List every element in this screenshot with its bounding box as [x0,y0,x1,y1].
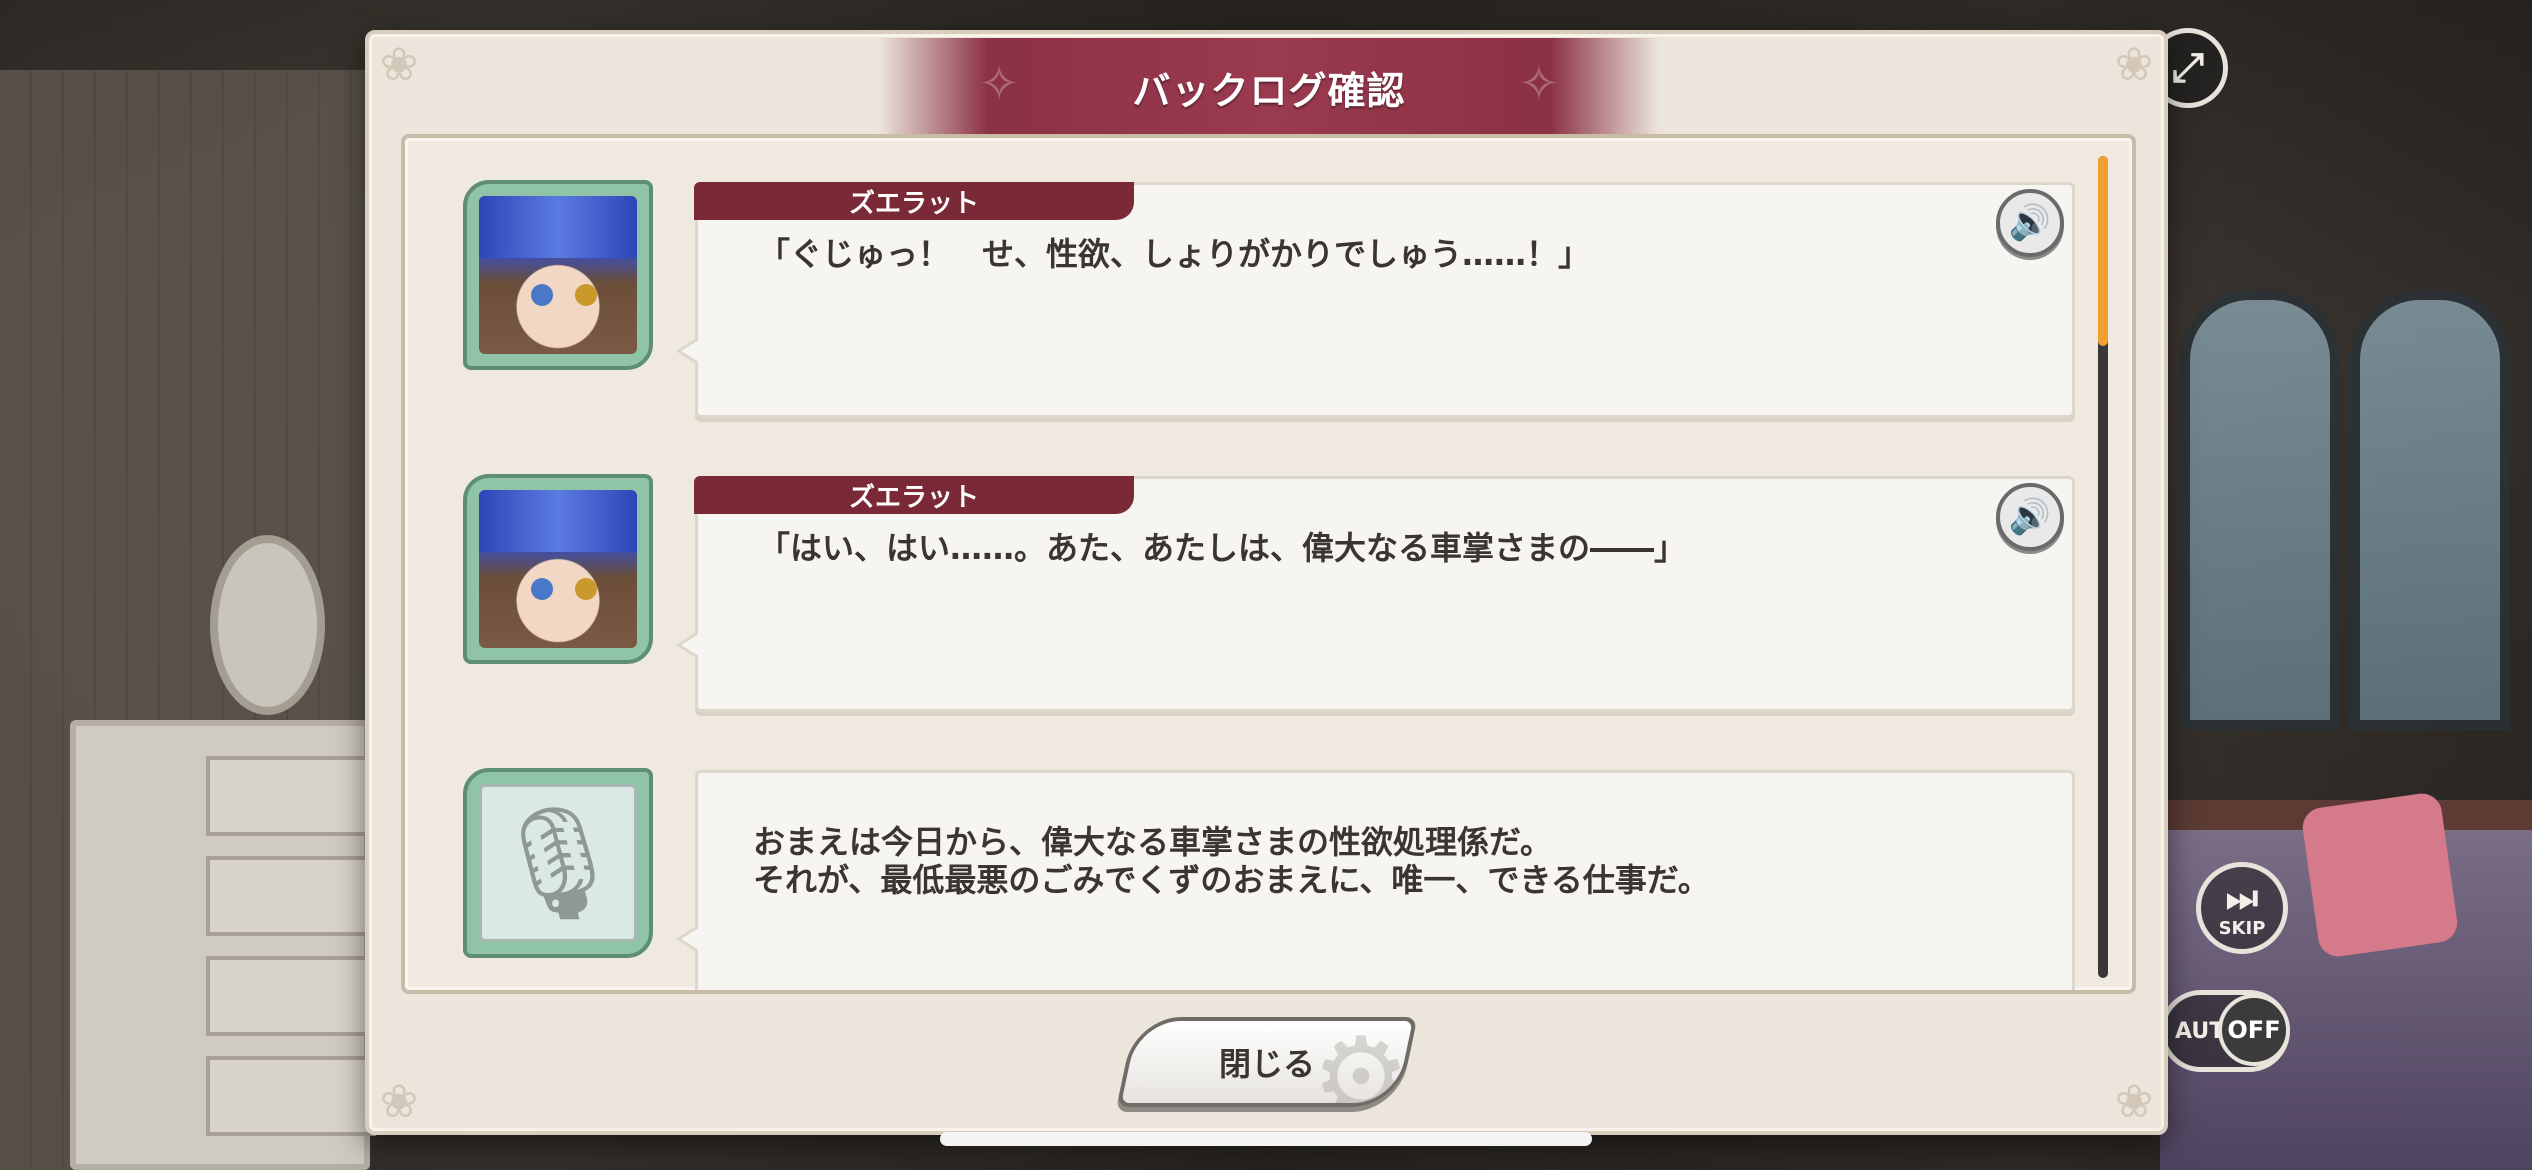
speaker-name: ズエラット [694,182,1134,220]
auto-toggle[interactable]: OFF [2218,994,2290,1066]
background-dresser [70,720,376,1170]
speaker-icon: 🔊 [2008,497,2052,537]
microphone-icon: 🎙 [479,784,637,942]
background-mirror [210,535,325,715]
dialog-title-bar: ✧ ✧ バックログ確認 [879,38,1659,136]
narration-portrait: 🎙 [463,768,653,958]
narration-text: おまえは今日から、偉大なる車掌さまの性欲処理係だ。 それが、最低最悪のごみでくず… [753,823,1710,899]
portrait-eyepatch [575,284,597,306]
dresser-drawer [206,756,376,836]
backlog-entry: 🎙 おまえは今日から、偉大なる車掌さまの性欲処理係だ。 それが、最低最悪のごみで… [405,740,2085,990]
corner-ornament-icon: ❀ [2114,37,2154,91]
speaker-portrait [463,180,653,370]
corner-ornament-icon: ❀ [379,1074,419,1128]
dialogue-bubble: ズエラット 「はい、はい……。あた、あたしは、偉大なる車掌さまの――」 🔊 [676,476,2075,712]
close-button[interactable]: ⚙ 閉じる [1116,1017,1418,1107]
dresser-drawer [206,1056,376,1136]
scrollbar[interactable] [2098,156,2108,978]
character-portrait [479,196,637,354]
skip-label: SKIP [2218,918,2266,939]
background-pillow [2300,790,2460,960]
speaker-name: ズエラット [694,476,1134,514]
skip-icon: ⏭ [2225,878,2259,919]
dialog-title: バックログ確認 [1132,68,1406,113]
ornament-icon: ✧ [1518,56,1559,112]
speaker-portrait [463,474,653,664]
background-window [2350,290,2510,730]
dresser-drawer [206,956,376,1036]
close-label: 閉じる [1218,1045,1315,1083]
speaker-icon: 🔊 [2008,203,2052,243]
ornament-icon: ✧ [979,56,1020,112]
voice-replay-button[interactable]: 🔊 [1996,189,2064,257]
portrait-eye [531,578,553,600]
backlog-dialog: ❀ ❀ ❀ ❀ ✧ ✧ バックログ確認 ズエラット 「ぐじゅっ！ せ、性欲、しょ… [365,30,2168,1135]
portrait-eyepatch [575,578,597,600]
voice-replay-button[interactable]: 🔊 [1996,483,2064,551]
corner-ornament-icon: ❀ [2114,1074,2154,1128]
character-portrait [479,490,637,648]
corner-ornament-icon: ❀ [379,37,419,91]
gear-icon: ⚙ [1312,1017,1411,1107]
background-window [2180,290,2340,730]
skip-button[interactable]: ⏭ SKIP [2196,862,2288,954]
backlog-entry: ズエラット 「はい、はい……。あた、あたしは、偉大なる車掌さまの――」 🔊 [405,446,2085,712]
dresser-drawer [206,856,376,936]
portrait-hat [479,196,637,258]
dialogue-text: 「ぐじゅっ！ せ、性欲、しょりがかりでしゅう……！」 [758,235,1591,273]
portrait-eye [531,284,553,306]
narration-bubble: おまえは今日から、偉大なる車掌さまの性欲処理係だ。 それが、最低最悪のごみでくず… [676,770,2075,990]
backlog-list[interactable]: ズエラット 「ぐじゅっ！ せ、性欲、しょりがかりでしゅう……！」 🔊 ズエラット… [401,134,2136,994]
portrait-hat [479,490,637,552]
dialogue-bubble: ズエラット 「ぐじゅっ！ せ、性欲、しょりがかりでしゅう……！」 🔊 [676,182,2075,418]
backlog-entry: ズエラット 「ぐじゅっ！ せ、性欲、しょりがかりでしゅう……！」 🔊 [405,152,2085,418]
scrollbar-thumb[interactable] [2098,156,2108,346]
dialogue-text: 「はい、はい……。あた、あたしは、偉大なる車掌さまの――」 [758,529,1687,567]
home-indicator[interactable] [940,1132,1592,1146]
